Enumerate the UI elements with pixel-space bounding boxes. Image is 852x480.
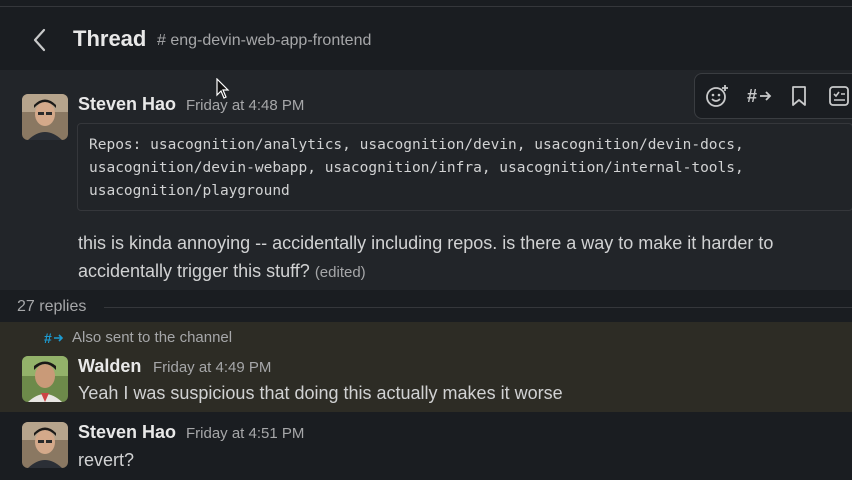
page-title: Thread: [73, 26, 147, 51]
thread-header: Thread # eng-devin-web-app-frontend: [0, 7, 852, 70]
message-text-line: accidentally trigger this stuff?: [78, 261, 310, 281]
svg-text:#: #: [747, 86, 757, 106]
message-timestamp[interactable]: Friday at 4:51 PM: [186, 425, 304, 442]
back-button[interactable]: [28, 27, 52, 53]
message-author[interactable]: Steven Hao: [78, 94, 176, 115]
replies-divider: 27 replies: [0, 290, 852, 322]
message-author[interactable]: Steven Hao: [78, 422, 176, 443]
add-to-list-icon: [829, 86, 849, 106]
add-reaction-button[interactable]: [704, 83, 730, 109]
svg-text:#: #: [44, 330, 52, 346]
reply-message[interactable]: Steven Hao Friday at 4:51 PM revert?: [0, 412, 852, 480]
emoji-add-icon: [706, 85, 728, 107]
message-text: accidentally trigger this stuff? (edited…: [78, 261, 366, 282]
reply-message[interactable]: # Also sent to the channel Walden Friday…: [0, 322, 852, 412]
message-actions-toolbar: #: [694, 73, 852, 119]
share-to-channel-button[interactable]: #: [746, 83, 772, 109]
message-timestamp[interactable]: Friday at 4:49 PM: [153, 359, 271, 376]
avatar[interactable]: [22, 422, 68, 468]
avatar[interactable]: [22, 356, 68, 402]
chevron-left-icon: [33, 28, 46, 52]
also-sent-label: Also sent to the channel: [72, 329, 233, 346]
edited-label: (edited): [314, 264, 366, 281]
code-line: Repos: usacognition/analytics, usacognit…: [89, 137, 744, 153]
message-text: revert?: [78, 450, 135, 470]
code-line: usacognition/devin-webapp, usacognition/…: [89, 160, 744, 176]
channel-link[interactable]: # eng-devin-web-app-frontend: [157, 32, 371, 50]
mouse-cursor-icon: [216, 78, 230, 99]
code-line: usacognition/playground: [89, 183, 290, 199]
share-channel-icon: #: [747, 86, 772, 106]
message-text: Yeah I was suspicious that doing this ac…: [78, 383, 563, 403]
code-block: Repos: usacognition/analytics, usacognit…: [77, 123, 852, 211]
also-sent-icon: #: [44, 330, 64, 346]
avatar[interactable]: [22, 94, 68, 140]
message-text: this is kinda annoying -- accidentally i…: [78, 233, 774, 253]
add-to-list-button[interactable]: [826, 83, 852, 109]
bookmark-icon: [792, 86, 806, 106]
divider-line: [104, 307, 852, 308]
message-author[interactable]: Walden: [78, 356, 141, 377]
replies-count: 27 replies: [17, 298, 87, 315]
message-timestamp[interactable]: Friday at 4:48 PM: [186, 97, 304, 114]
save-for-later-button[interactable]: [786, 83, 812, 109]
